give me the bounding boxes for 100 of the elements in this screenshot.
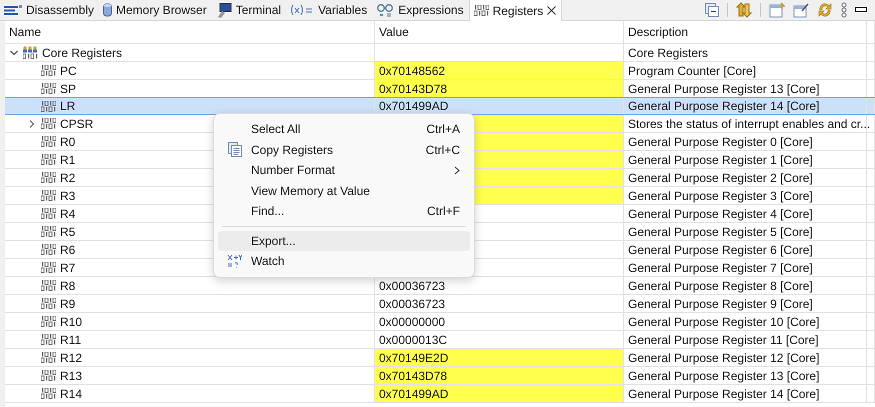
register-row[interactable]: R10 0x00000000 General Purpose Register 10 [Core] bbox=[5, 313, 875, 331]
binary-icon bbox=[41, 370, 56, 381]
more-options-icon[interactable] bbox=[841, 2, 847, 18]
description-text: General Purpose Register 14 [Core] bbox=[627, 386, 820, 400]
collapse-all-icon[interactable] bbox=[705, 3, 719, 17]
glasses-icon bbox=[376, 3, 394, 17]
refresh-icon[interactable] bbox=[817, 2, 833, 18]
register-name: LR bbox=[60, 99, 76, 113]
register-name: R4 bbox=[60, 206, 76, 220]
column-header[interactable]: Description bbox=[624, 25, 688, 39]
register-row[interactable]: R14 0x701499AD General Purpose Register 14 [Core] bbox=[5, 385, 875, 403]
menu-item[interactable]: View Memory at Value bbox=[218, 180, 470, 201]
view-tab[interactable]: Terminal bbox=[212, 0, 286, 20]
value-cell-text: 0x00036723 bbox=[378, 278, 446, 294]
binary-icon bbox=[41, 208, 56, 219]
column-header[interactable]: Name bbox=[5, 25, 42, 39]
minimize-icon[interactable] bbox=[855, 7, 867, 13]
description-text: General Purpose Register 1 [Core] bbox=[627, 152, 813, 166]
binary-icon bbox=[41, 136, 56, 147]
description-text: General Purpose Register 10 [Core] bbox=[627, 314, 820, 328]
register-name: R13 bbox=[60, 368, 82, 382]
binary-icon bbox=[41, 172, 56, 183]
description-text: General Purpose Register 14 [Core] bbox=[627, 99, 820, 113]
binary-icon bbox=[41, 388, 56, 399]
register-row[interactable]: R12 0x70149E2D General Purpose Register 12 [Core] bbox=[5, 349, 875, 367]
value-cell: 0x70143D78 bbox=[375, 80, 623, 97]
menu-item[interactable]: Export... bbox=[218, 230, 470, 251]
description-text: General Purpose Register 2 [Core] bbox=[627, 170, 813, 184]
binary-icon bbox=[41, 226, 56, 237]
description-text: General Purpose Register 13 [Core] bbox=[627, 82, 820, 96]
description-text: Core Registers bbox=[627, 46, 708, 60]
pin-window-icon[interactable] bbox=[793, 2, 809, 18]
binary-icon bbox=[41, 352, 56, 363]
terminal-icon bbox=[216, 2, 232, 18]
menu-item[interactable]: Select All Ctrl+A bbox=[218, 119, 470, 140]
clipboard-icon bbox=[228, 142, 242, 158]
view-tab[interactable]: Variables bbox=[286, 0, 372, 20]
binary-icon bbox=[41, 298, 56, 309]
register-name: R10 bbox=[60, 314, 82, 328]
register-row[interactable]: R13 0x70143D78 General Purpose Register 13 [Core] bbox=[5, 367, 875, 385]
description-text: General Purpose Register 8 [Core] bbox=[627, 278, 813, 292]
value-cell: 0x70148562 bbox=[375, 62, 623, 79]
menu-item[interactable]: Copy Registers Ctrl+C bbox=[218, 140, 470, 160]
view-tab[interactable]: Memory Browser bbox=[99, 0, 212, 20]
description-text: General Purpose Register 0 [Core] bbox=[627, 134, 813, 148]
description-text: Program Counter [Core] bbox=[627, 64, 756, 78]
menu-item[interactable]: Number Format bbox=[218, 160, 470, 180]
register-name: R9 bbox=[60, 296, 76, 310]
register-row[interactable]: LR 0x701499AD General Purpose Register 14 [Core] bbox=[5, 97, 875, 115]
register-name: R1 bbox=[60, 152, 76, 166]
binary-icon bbox=[41, 316, 56, 327]
binary-icon bbox=[41, 280, 56, 291]
binary-icon bbox=[41, 100, 56, 112]
register-name: R8 bbox=[60, 278, 76, 292]
description-text: General Purpose Register 12 [Core] bbox=[627, 350, 820, 364]
register-name: R0 bbox=[60, 134, 76, 148]
binary-icon bbox=[41, 154, 56, 165]
chevron-right-icon[interactable] bbox=[27, 118, 37, 128]
register-name: CPSR bbox=[60, 116, 94, 130]
column-header[interactable]: Value bbox=[375, 25, 409, 39]
binary-icon bbox=[474, 5, 489, 16]
description-text: General Purpose Register 6 [Core] bbox=[627, 242, 813, 256]
formula-icon bbox=[227, 254, 242, 269]
value-cell-text: 0x0000013C bbox=[378, 332, 448, 348]
description-text: Stores the status of interrupt enables and cr... bbox=[627, 116, 870, 130]
view-tab[interactable]: Registers bbox=[468, 0, 562, 21]
register-row[interactable]: R9 0x00036723 General Purpose Register 9 [Core] bbox=[5, 295, 875, 313]
register-name: R11 bbox=[60, 332, 82, 346]
cylinder-icon bbox=[103, 3, 112, 17]
register-name: R2 bbox=[60, 170, 76, 184]
variables-icon bbox=[290, 5, 314, 15]
value-cell-text: 0x00000000 bbox=[378, 314, 446, 330]
register-name: R12 bbox=[60, 350, 82, 364]
new-window-icon[interactable] bbox=[769, 2, 785, 18]
register-name: SP bbox=[60, 82, 76, 96]
description-text: General Purpose Register 9 [Core] bbox=[627, 296, 813, 310]
description-text: General Purpose Register 7 [Core] bbox=[627, 260, 813, 274]
description-text: General Purpose Register 13 [Core] bbox=[627, 368, 820, 382]
register-group-icon bbox=[23, 46, 38, 59]
view-tab[interactable]: Disassembly bbox=[0, 0, 100, 20]
value-cell: 0x70149E2D bbox=[375, 349, 623, 366]
register-name: PC bbox=[60, 64, 77, 78]
chevron-down-icon[interactable] bbox=[9, 48, 19, 58]
swap-arrows-icon[interactable] bbox=[736, 2, 752, 18]
binary-icon bbox=[41, 334, 56, 345]
register-name: R7 bbox=[60, 260, 76, 274]
register-name: R5 bbox=[60, 224, 76, 238]
register-row[interactable]: PC 0x70148562 Program Counter [Core] bbox=[5, 62, 875, 80]
menu-item[interactable]: Watch bbox=[218, 251, 470, 272]
register-name: Core Registers bbox=[42, 46, 122, 60]
description-text: General Purpose Register 11 [Core] bbox=[627, 332, 819, 346]
value-cell-text: 0x00036723 bbox=[378, 296, 446, 312]
description-text: General Purpose Register 3 [Core] bbox=[627, 188, 813, 202]
register-name: R6 bbox=[60, 242, 76, 256]
description-text: General Purpose Register 5 [Core] bbox=[627, 224, 813, 238]
view-tab[interactable]: Expressions bbox=[372, 0, 469, 20]
binary-icon bbox=[41, 244, 56, 255]
value-cell: 0x70143D78 bbox=[375, 367, 623, 384]
register-name: R3 bbox=[60, 188, 76, 202]
close-icon[interactable] bbox=[547, 6, 556, 15]
